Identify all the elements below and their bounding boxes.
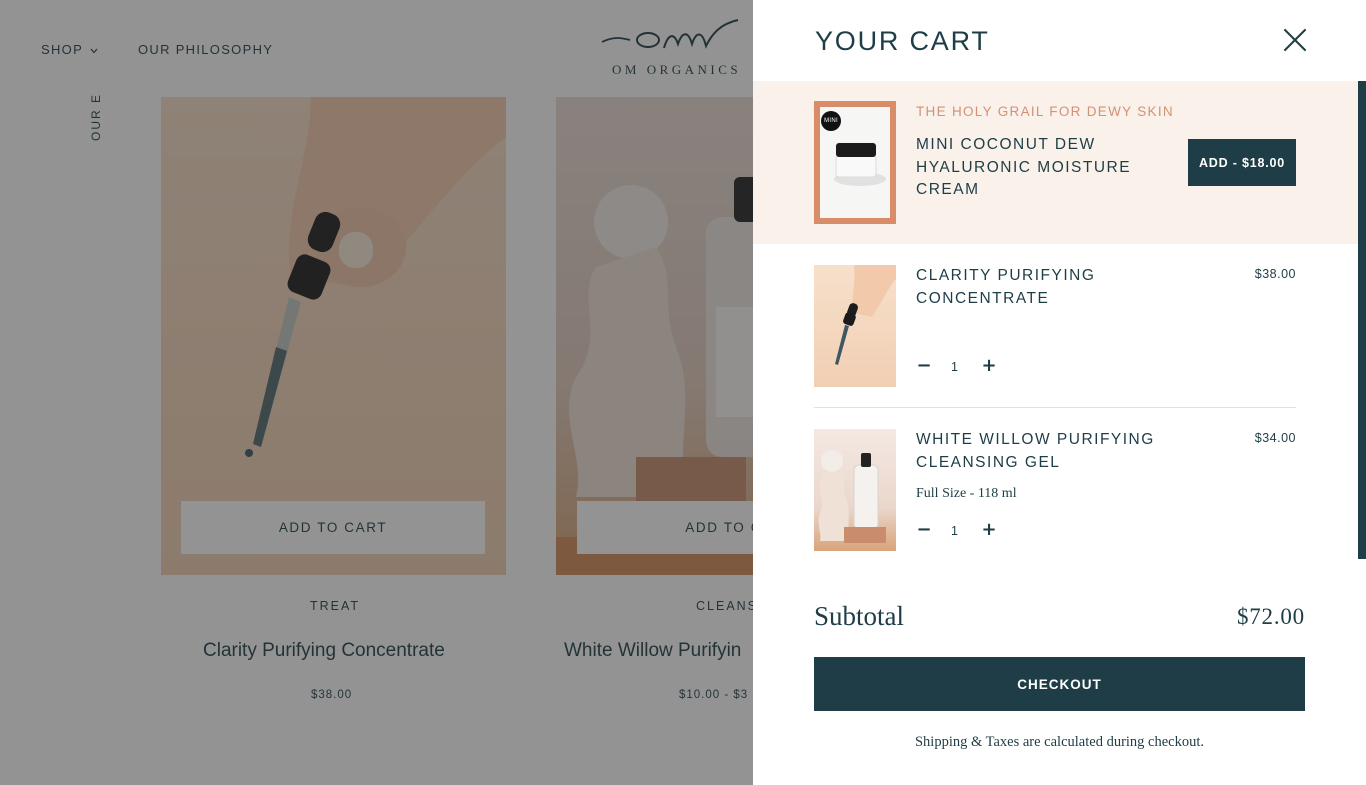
upsell-product-image: MINI [814,101,896,224]
quantity-stepper: − 1 + [916,521,1006,541]
line-item-image[interactable] [814,429,896,551]
checkout-button[interactable]: CHECKOUT [814,657,1305,711]
cart-line-item: WHITE WILLOW PURIFYING CLEANSING GEL $34… [814,429,1296,565]
minus-icon[interactable]: − [916,521,932,539]
mini-badge: MINI [821,111,841,131]
cart-title: YOUR CART [815,26,990,56]
minus-icon[interactable]: − [916,357,932,375]
quantity-stepper: − 1 + [916,357,1006,377]
line-item-variant: Full Size - 118 ml [916,486,1017,501]
subtotal-label: Subtotal [814,601,905,631]
cart-line-item: CLARITY PURIFYING CONCENTRATE $38.00 − 1… [814,265,1296,408]
line-item-name[interactable]: CLARITY PURIFYING CONCENTRATE [916,265,1216,310]
subtotal-value: $72.00 [1236,604,1305,629]
line-item-price: $38.00 [1254,267,1296,281]
quantity-value: 1 [951,360,958,374]
upsell-product-name: MINI COCONUT DEW HYALURONIC MOISTURE CRE… [916,136,1132,198]
plus-icon[interactable]: + [981,357,997,375]
line-item-name[interactable]: WHITE WILLOW PURIFYING CLEANSING GEL [916,429,1216,474]
plus-icon[interactable]: + [981,521,997,539]
line-item-image[interactable] [814,265,896,387]
upsell-banner: MINI THE HOLY GRAIL FOR DEWY SKIN MINI C… [753,81,1358,244]
quantity-value: 1 [951,524,958,538]
upsell-add-button[interactable]: ADD - $18.00 [1188,139,1296,186]
cart-scrollbar-thumb[interactable] [1358,81,1366,559]
close-icon[interactable] [1283,28,1307,52]
line-item-price: $34.00 [1254,431,1296,445]
cart-items-scroll-area[interactable]: MINI THE HOLY GRAIL FOR DEWY SKIN MINI C… [753,81,1358,565]
cart-drawer: YOUR CART MINI THE HOLY GRAIL FOR DEWY S… [753,0,1366,785]
upsell-tagline: THE HOLY GRAIL FOR DEWY SKIN [916,104,1174,119]
cart-scrollbar[interactable] [1358,81,1366,565]
shipping-note: Shipping & Taxes are calculated during c… [914,734,1205,750]
